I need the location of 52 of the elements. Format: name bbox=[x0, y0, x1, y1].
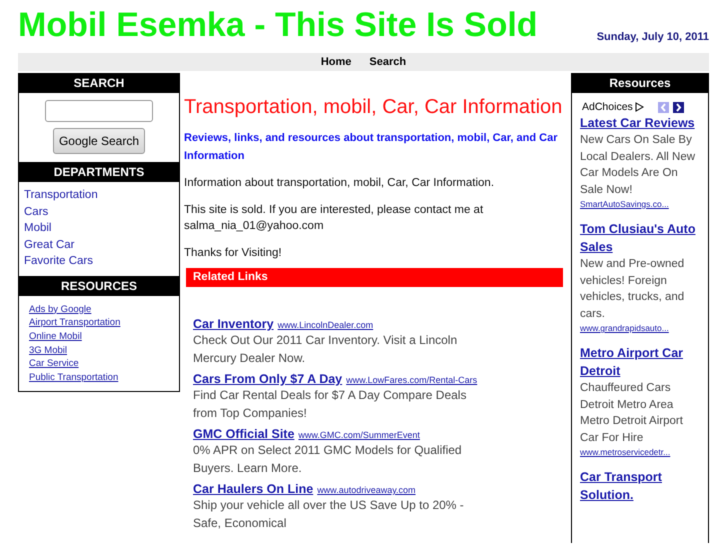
ad-link[interactable]: 3G Mobil bbox=[29, 344, 68, 358]
ad-title-link[interactable]: Car Inventory bbox=[193, 317, 274, 331]
ad-title-link[interactable]: Tom Clusiau's Auto Sales bbox=[580, 220, 700, 256]
department-link[interactable]: Cars bbox=[24, 204, 174, 220]
ad-description: 0% APR on Select 2011 GMC Models for Qualified Buyers. Learn More. bbox=[193, 442, 463, 477]
ad-title-link[interactable]: Latest Car Reviews bbox=[580, 114, 700, 132]
ad-url-link[interactable]: www.GMC.com/SummerEvent bbox=[298, 430, 420, 440]
department-link[interactable]: Great Car bbox=[24, 238, 174, 253]
site-title: Mobil Esemka - This Site Is Sold bbox=[18, 5, 538, 45]
ad-description: New and Pre-owned vehicles! Foreign vehicles, trucks, and cars. bbox=[580, 257, 686, 322]
ad-url-link[interactable]: www.autodriveaway.com bbox=[317, 485, 416, 495]
paragraph: Thanks for Visiting! bbox=[184, 246, 283, 261]
related-links-heading: Related Links bbox=[186, 268, 563, 287]
department-link[interactable]: Favorite Cars bbox=[24, 254, 174, 270]
nav-link[interactable]: Search bbox=[369, 56, 406, 68]
search-field[interactable] bbox=[45, 100, 153, 122]
ad-url-link[interactable]: SmartAutoSavings.co... bbox=[580, 198, 700, 210]
ad-description: Find Car Rental Deals for $7 A Day Compare Deals from Top Companies! bbox=[193, 387, 468, 422]
ad-description: Chauffeured Cars Detroit Metro Area Metro Detroit Airport Car For Hire bbox=[580, 381, 684, 446]
ad-url-link[interactable]: www.LowFares.com/Rental-Cars bbox=[346, 375, 478, 385]
nav-link[interactable]: Home bbox=[320, 56, 352, 68]
ad-description: Check Out Our 2011 Car Inventory. Visit a Lincoln Mercury Dealer Now. bbox=[193, 332, 458, 367]
ad-title-link[interactable]: GMC Official Site bbox=[193, 427, 294, 441]
section-heading: SEARCH bbox=[19, 73, 179, 93]
ad-url-link[interactable]: www.metroservicedetr... bbox=[580, 446, 700, 458]
section-heading: DEPARTMENTS bbox=[19, 162, 179, 182]
department-link[interactable]: Transportation bbox=[24, 188, 174, 204]
search-button[interactable]: Google Search bbox=[52, 128, 146, 154]
section-heading: RESOURCES bbox=[19, 276, 179, 296]
page-heading: Transportation, mobil, Car, Car Information bbox=[184, 95, 563, 119]
ad-title-link[interactable]: Cars From Only $7 A Day bbox=[193, 372, 342, 386]
ad-url-link[interactable]: www.grandrapidsauto... bbox=[580, 322, 700, 334]
paragraph: Information about transportation, mobil, Car, Car Information. bbox=[184, 176, 496, 191]
ad-url-link[interactable]: www.LincolnDealer.com bbox=[278, 320, 374, 330]
play-icon[interactable] bbox=[634, 102, 644, 112]
ad-description: New Cars On Sale By Local Dealers. All New Car Models Are On Sale Now! bbox=[580, 133, 696, 198]
section-heading: Resources bbox=[572, 73, 708, 93]
next-icon[interactable] bbox=[673, 102, 684, 112]
ad-description: Ship your vehicle all over the US Save Up to 20% - Safe, Economical bbox=[193, 497, 465, 532]
ads-label[interactable]: Ads by Google bbox=[29, 302, 92, 316]
adchoices-label[interactable]: AdChoices bbox=[582, 101, 633, 113]
department-link[interactable]: Mobil bbox=[24, 221, 174, 236]
ad-link[interactable]: Airport Transportation bbox=[29, 316, 120, 330]
ad-title-link[interactable]: Metro Airport Car Detroit bbox=[580, 344, 700, 380]
ad-title-link[interactable]: Car Haulers On Line bbox=[193, 482, 314, 496]
page-subtitle: Reviews, links, and resources about transportation, mobil, Car, and Car Information bbox=[184, 131, 558, 164]
ad-link[interactable]: Public Transportation bbox=[29, 371, 118, 385]
date-text: Sunday, July 10, 2011 bbox=[596, 31, 709, 43]
paragraph: This site is sold. If you are interested, please contact me at salma_nia_01@yahoo.com bbox=[184, 203, 484, 234]
ad-link[interactable]: Online Mobil bbox=[29, 330, 82, 344]
ad-title-link[interactable]: Car Transport Solution. bbox=[580, 468, 700, 504]
ad-link[interactable]: Car Service bbox=[29, 357, 79, 372]
